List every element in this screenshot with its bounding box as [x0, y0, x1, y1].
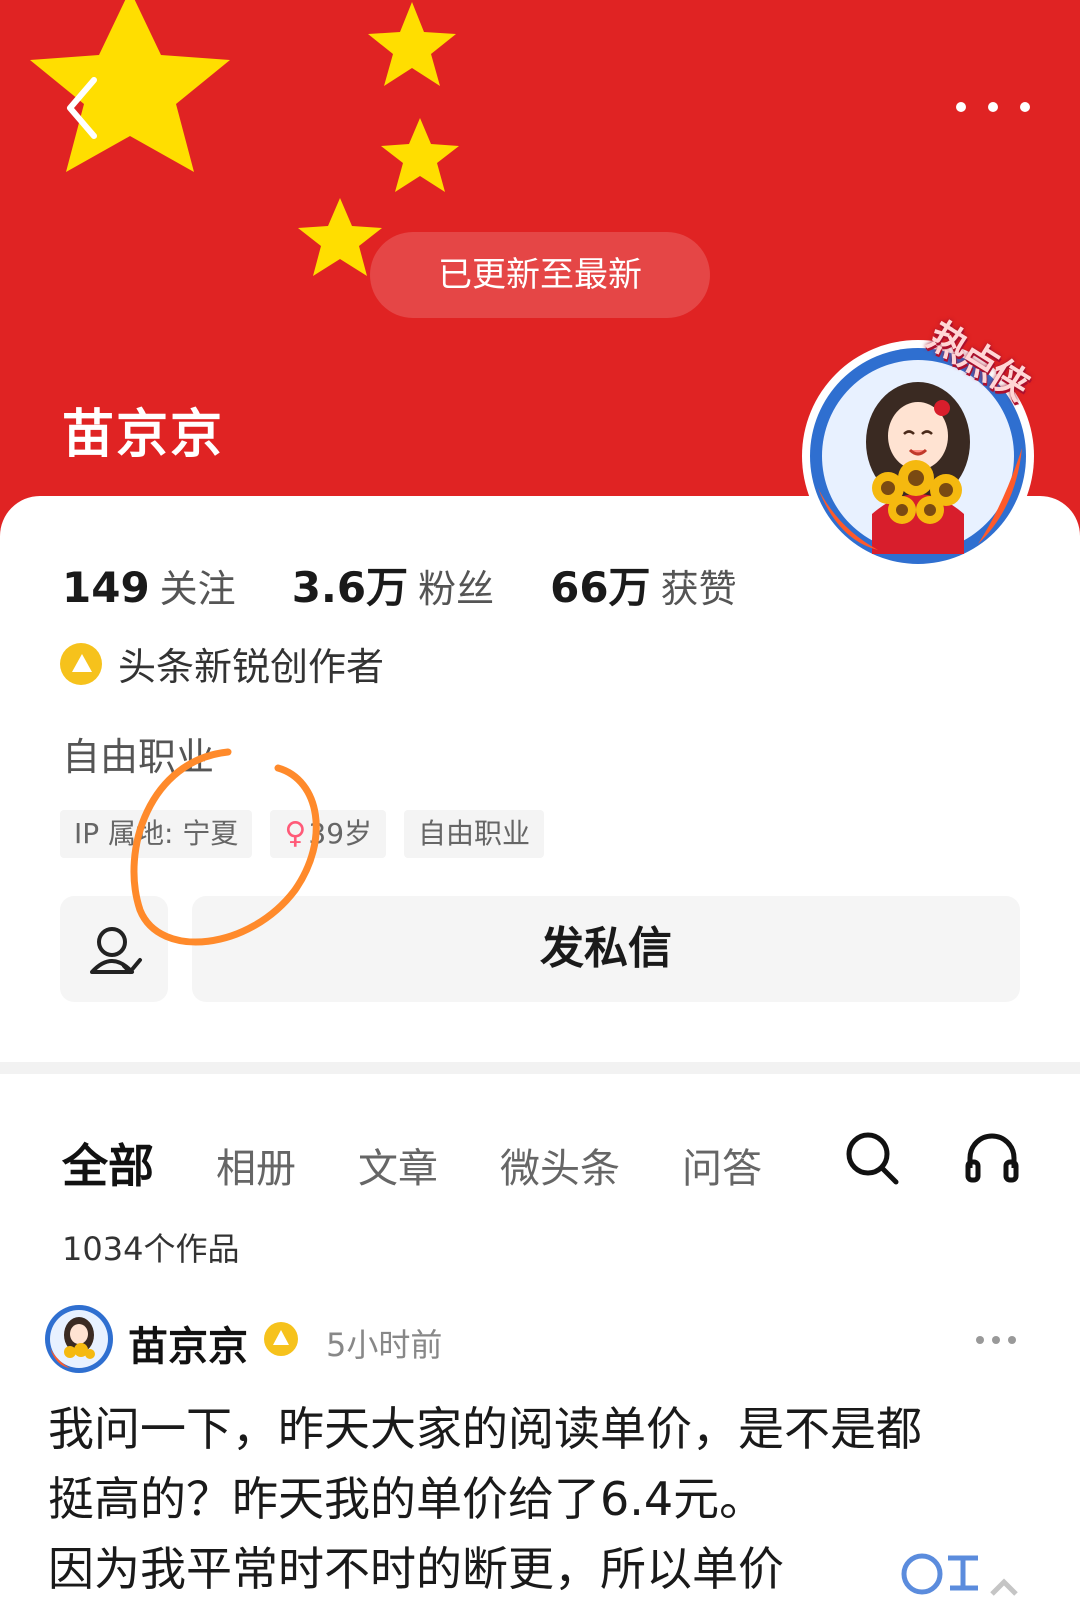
- small-star-1: [368, 2, 456, 86]
- tag-gender-age: ♀39岁: [270, 810, 387, 858]
- profile-stats: 149 关注 3.6万 粉丝 66万 获赞: [62, 554, 793, 615]
- more-dot-icon: [1020, 102, 1030, 112]
- small-star-2: [381, 118, 459, 192]
- back-button[interactable]: [58, 68, 118, 148]
- stat-following-count: 149: [62, 563, 150, 612]
- tag-ip-location: IP 属地: 宁夏: [60, 810, 253, 858]
- more-dot-icon: [988, 102, 998, 112]
- stat-likes-count: 66万: [550, 563, 651, 612]
- audio-button[interactable]: [962, 1128, 1022, 1188]
- chevron-left-icon: [67, 77, 97, 139]
- tag-age-text: 39岁: [308, 817, 373, 850]
- creator-badge-icon: [60, 642, 102, 685]
- profile-tags: IP 属地: 宁夏 ♀39岁 自由职业: [60, 810, 562, 858]
- profile-bio: 自由职业: [62, 735, 215, 779]
- post-line: 挺高的？昨天我的单价给了6.4元。: [48, 1472, 766, 1526]
- creator-level-label: 头条新锐创作者: [118, 645, 385, 689]
- send-message-button[interactable]: 发私信: [192, 896, 1020, 1002]
- update-toast: 已更新至最新: [370, 232, 710, 318]
- post-author-creator-icon: [264, 1322, 298, 1356]
- content-tabs: 全部 相册 文章 微头条 问答: [62, 1130, 824, 1196]
- tab-qa[interactable]: 问答: [682, 1136, 762, 1194]
- post-body[interactable]: 我问一下，昨天大家的阅读单价，是不是都 挺高的？昨天我的单价给了6.4元。 因为…: [48, 1394, 1038, 1604]
- follow-button[interactable]: [60, 896, 168, 1002]
- search-button[interactable]: [842, 1128, 902, 1188]
- watermark-icon: [901, 1553, 1018, 1596]
- post-author-name[interactable]: 苗京京: [128, 1314, 248, 1372]
- profile-username: 苗京京: [62, 405, 225, 465]
- tab-articles[interactable]: 文章: [358, 1136, 438, 1194]
- post-avatar-image: [45, 1305, 113, 1373]
- more-options-button[interactable]: [950, 92, 1040, 122]
- stat-followers[interactable]: 3.6万 粉丝: [292, 554, 494, 615]
- watermark-logo: [900, 1544, 1020, 1614]
- post-more-button[interactable]: [976, 1336, 1020, 1346]
- more-dot-icon: [992, 1336, 1000, 1344]
- stat-followers-count: 3.6万: [291, 563, 409, 612]
- section-divider: [0, 1062, 1080, 1074]
- female-icon: ♀: [284, 816, 307, 851]
- stat-followers-label: 粉丝: [418, 567, 495, 611]
- headphones-icon: [965, 1133, 1019, 1183]
- post-line: 我问一下，昨天大家的阅读单价，是不是都: [48, 1402, 922, 1456]
- tab-all[interactable]: 全部: [62, 1130, 154, 1196]
- tag-occupation: 自由职业: [404, 810, 545, 858]
- stat-likes-label: 获赞: [660, 567, 737, 611]
- post-timestamp: 5小时前: [326, 1326, 443, 1364]
- search-icon: [846, 1132, 899, 1185]
- more-dot-icon: [1008, 1336, 1016, 1344]
- creator-level[interactable]: 头条新锐创作者: [60, 636, 384, 691]
- more-dot-icon: [976, 1336, 984, 1344]
- more-dot-icon: [956, 102, 966, 112]
- stat-following-label: 关注: [159, 567, 236, 611]
- small-star-3: [298, 198, 382, 276]
- post-author-avatar[interactable]: [44, 1304, 114, 1374]
- tab-micro-posts[interactable]: 微头条: [500, 1136, 620, 1194]
- works-count: 1034个作品: [62, 1230, 240, 1268]
- tab-album[interactable]: 相册: [216, 1136, 296, 1194]
- stat-following[interactable]: 149 关注: [62, 558, 236, 613]
- stat-likes[interactable]: 66万 获赞: [550, 554, 736, 615]
- user-follow-icon: [90, 927, 142, 974]
- post-line: 因为我平常时不时的断更，所以单价: [48, 1542, 784, 1596]
